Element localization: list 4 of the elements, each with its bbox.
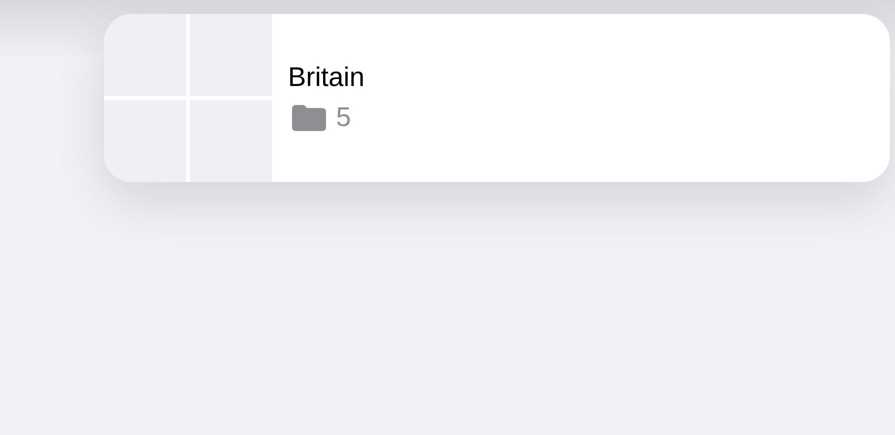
item-count: 5 [336,101,352,134]
folder-icon [292,104,326,131]
album-title: Britain [288,61,365,94]
album-card[interactable]: Britain 5 [104,14,890,182]
